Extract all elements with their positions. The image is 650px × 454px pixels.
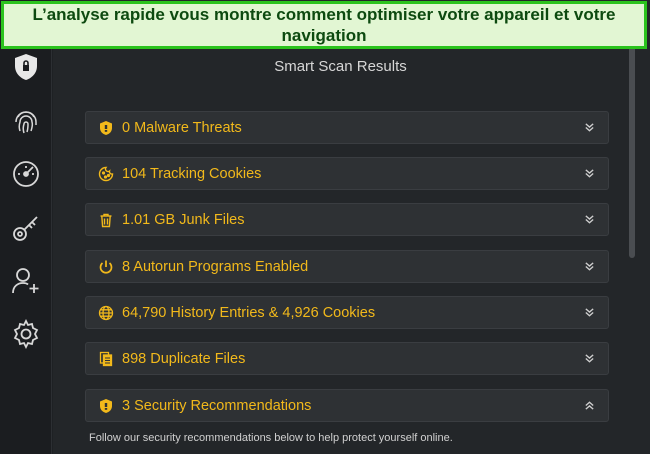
result-junk-files[interactable]: 1.01 GB Junk Files (85, 203, 609, 236)
result-malware-threats[interactable]: 0 Malware Threats (85, 111, 609, 144)
chevron-down-icon[interactable] (582, 260, 596, 274)
result-tracking-cookies[interactable]: 104 Tracking Cookies (85, 157, 609, 190)
result-label: 8 Autorun Programs Enabled (122, 258, 309, 275)
shield-icon (97, 119, 115, 137)
chevron-down-icon[interactable] (582, 306, 596, 320)
result-autorun-programs[interactable]: 8 Autorun Programs Enabled (85, 250, 609, 283)
speedometer-icon (13, 161, 39, 187)
scrollbar[interactable] (629, 44, 635, 258)
result-label: 64,790 History Entries & 4,926 Cookies (122, 304, 376, 321)
result-label: 0 Malware Threats (122, 119, 242, 136)
sidebar-item-settings[interactable] (9, 317, 43, 351)
gear-icon (13, 318, 39, 350)
shield-icon (15, 54, 37, 80)
recommendations-helper-text: Follow our security recommendations belo… (89, 432, 453, 444)
result-history-entries[interactable]: 64,790 History Entries & 4,926 Cookies (85, 296, 609, 329)
duplicate-files-icon (97, 350, 115, 368)
add-user-icon (12, 268, 39, 294)
globe-icon (97, 304, 115, 322)
result-label: 3 Security Recommendations (122, 397, 312, 414)
key-icon (13, 216, 38, 241)
chevron-down-icon[interactable] (582, 167, 596, 181)
chevron-down-icon[interactable] (582, 352, 596, 366)
fingerprint-icon (15, 111, 37, 134)
result-label: 1.01 GB Junk Files (122, 211, 245, 228)
shield-icon (97, 397, 115, 415)
sidebar-item-performance[interactable] (9, 156, 43, 190)
chevron-down-icon[interactable] (582, 121, 596, 135)
trash-icon (97, 211, 115, 229)
sidebar-item-passwords[interactable] (9, 211, 43, 245)
cookie-icon (97, 165, 115, 183)
power-icon (97, 258, 115, 276)
caption-banner: L’analyse rapide vous montre comment opt… (1, 1, 647, 49)
sidebar (0, 0, 52, 454)
sidebar-item-identity[interactable] (9, 264, 43, 298)
result-label: 104 Tracking Cookies (122, 165, 262, 182)
sidebar-item-privacy[interactable] (9, 104, 43, 138)
chevron-down-icon[interactable] (582, 213, 596, 227)
result-security-recommendations[interactable]: 3 Security Recommendations (85, 389, 609, 422)
result-duplicate-files[interactable]: 898 Duplicate Files (85, 342, 609, 375)
page-title: Smart Scan Results (274, 58, 407, 75)
result-label: 898 Duplicate Files (122, 350, 246, 367)
chevron-up-icon[interactable] (582, 399, 596, 413)
sidebar-item-protection[interactable] (9, 50, 43, 84)
